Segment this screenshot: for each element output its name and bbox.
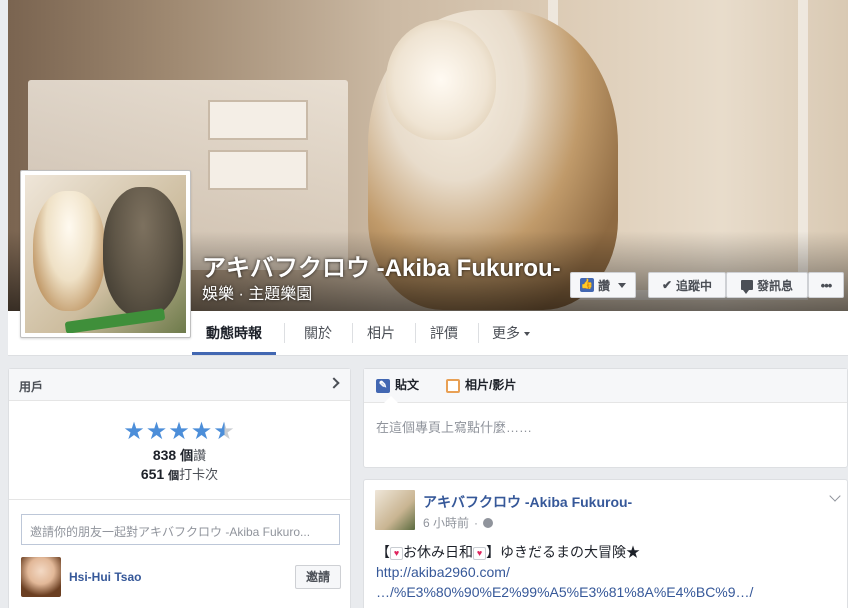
following-button[interactable]: ✔ 追蹤中: [648, 272, 726, 298]
post-meta: 6 小時前 ·: [423, 514, 494, 531]
like-button[interactable]: 👍 讚: [570, 272, 636, 298]
tab-more[interactable]: 更多: [478, 311, 544, 355]
community-card: 用戶 ★★★★★ 838 個讚 651 個打卡次 邀請你的朋友一起對アキバフクロ…: [8, 368, 351, 608]
rating-stars[interactable]: ★★★★★: [9, 417, 350, 446]
post-link[interactable]: http://akiba2960.com/: [376, 564, 510, 580]
cover-drawer: [208, 100, 308, 140]
composer-input[interactable]: 在這個專頁上寫點什麼……: [364, 403, 847, 450]
likes-unit-bold: 個: [180, 448, 194, 463]
cover-drawer: [208, 150, 308, 190]
profile-picture[interactable]: [20, 170, 191, 338]
chevron-right-icon: [328, 377, 340, 389]
tab-timeline[interactable]: 動態時報: [192, 311, 276, 355]
composer-tab-photo[interactable]: 相片/影片: [446, 369, 516, 402]
post-text: 【♥ お休み日和 ♥ 】ゆきだるまの大冒険★: [376, 542, 640, 562]
chevron-down-icon: [618, 282, 626, 288]
pencil-icon: ✎: [376, 378, 390, 393]
message-label: 發訊息: [756, 278, 793, 293]
tab-more-label: 更多: [492, 325, 520, 341]
card-divider: [9, 499, 350, 500]
avatar[interactable]: [21, 557, 61, 597]
tab-divider: [284, 323, 285, 343]
checkins-unit-small: 個: [168, 470, 180, 482]
page-category[interactable]: 娛樂 · 主題樂園: [202, 280, 312, 304]
globe-icon: [483, 517, 494, 528]
message-button[interactable]: 發訊息: [726, 272, 808, 298]
likes-number: 838: [152, 447, 177, 463]
check-icon: ✔: [661, 278, 673, 292]
checkins-count: 651 個打卡次: [9, 465, 350, 485]
post-avatar[interactable]: [375, 490, 415, 530]
friend-name[interactable]: Hsi-Hui Tsao: [69, 570, 141, 584]
tab-reviews[interactable]: 評價: [416, 311, 472, 355]
checkins-unit: 打卡次: [179, 467, 219, 482]
thumbs-up-icon: 👍: [579, 278, 594, 292]
community-header-label: 用戶: [19, 380, 44, 394]
post-text-2: 】ゆきだるまの大冒険★: [486, 544, 640, 560]
feed-post: アキバフクロウ -Akiba Fukurou- 6 小時前 · 【♥ お休み日和 ♥…: [363, 479, 848, 608]
post-composer: ✎ 貼文 相片/影片 在這個專頁上寫點什麼……: [363, 368, 848, 468]
composer-tab-photo-label: 相片/影片: [465, 378, 517, 392]
like-label: 讚: [597, 278, 610, 293]
more-icon: •••: [820, 277, 833, 293]
profile-perch: [64, 308, 166, 333]
more-options-button[interactable]: •••: [808, 272, 844, 298]
cover-owl-face: [386, 20, 496, 140]
invite-friends-input[interactable]: 邀請你的朋友一起對アキバフクロウ -Akiba Fukuro...: [21, 514, 340, 545]
profile-owl-dark: [103, 187, 183, 317]
chevron-down-icon[interactable]: [829, 490, 841, 502]
heart-emoji-icon: ♥: [473, 546, 486, 560]
likes-count: 838 個讚: [9, 446, 350, 465]
composer-tabs: ✎ 貼文 相片/影片: [364, 369, 847, 403]
following-label: 追蹤中: [676, 278, 713, 293]
photo-icon: [446, 378, 460, 393]
post-timestamp[interactable]: 6 小時前: [423, 514, 469, 531]
post-link-path[interactable]: …/%E3%80%90%E2%99%A5%E3%81%8A%E4%BC%9…/: [376, 584, 753, 600]
active-tab-arrow: [384, 396, 398, 403]
composer-tab-post-label: 貼文: [395, 378, 420, 392]
likes-unit: 讚: [193, 448, 207, 463]
profile-image: [25, 175, 186, 333]
message-icon: [740, 280, 753, 294]
post-text-1: お休み日和: [403, 544, 473, 560]
post-text-open: 【: [376, 544, 390, 560]
tab-photos[interactable]: 相片: [353, 311, 409, 355]
invite-button[interactable]: 邀請: [295, 565, 341, 589]
tab-about[interactable]: 關於: [290, 311, 346, 355]
profile-owl-white: [33, 191, 105, 311]
checkins-number: 651: [140, 466, 165, 482]
meta-dot: ·: [474, 515, 479, 530]
friend-suggestion: Hsi-Hui Tsao 邀請: [21, 557, 341, 597]
half-star-icon: ★: [213, 418, 236, 445]
page-title[interactable]: アキバフクロウ -Akiba Fukurou-: [202, 248, 561, 283]
heart-emoji-icon: ♥: [390, 546, 403, 560]
star-icons: ★★★★: [123, 418, 214, 445]
community-header[interactable]: 用戶: [9, 369, 350, 401]
facebook-page: アキバフクロウ -Akiba Fukurou- 娛樂 · 主題樂園 👍 讚 ✔ …: [0, 0, 848, 608]
post-author[interactable]: アキバフクロウ -Akiba Fukurou-: [423, 492, 632, 512]
chevron-down-icon: [524, 332, 530, 337]
